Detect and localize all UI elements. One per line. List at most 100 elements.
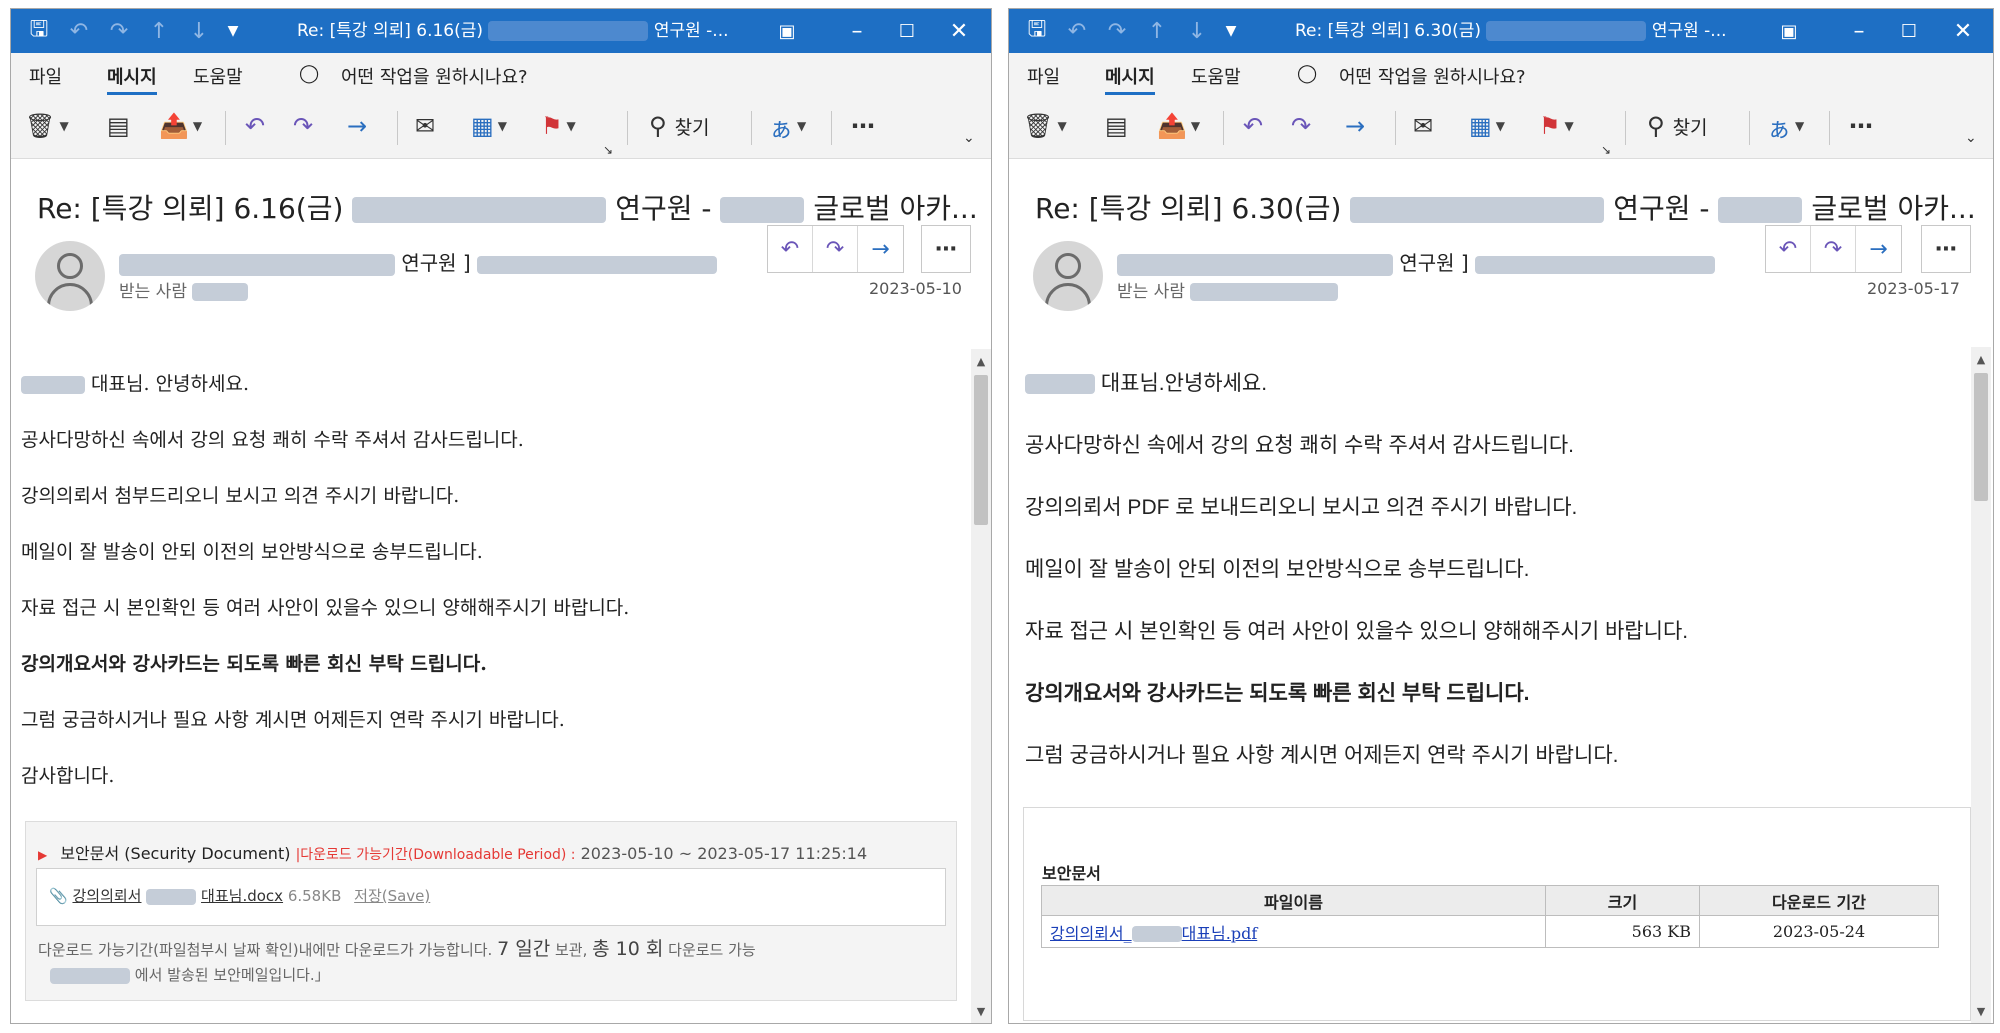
vertical-scrollbar[interactable]: ▲ ▼ bbox=[1971, 347, 1991, 1023]
tab-file[interactable]: 파일 bbox=[1027, 63, 1060, 89]
window-title: Re: [특강 의뢰] 6.30(금) 연구원 -... bbox=[1295, 9, 1727, 53]
maximize-button[interactable]: ☐ bbox=[885, 9, 929, 53]
body-paragraph: 강의의뢰서 PDF 로 보내드리오니 보시고 의견 주시기 바랍니다. bbox=[1025, 496, 1578, 519]
reply-button[interactable]: ↶ bbox=[768, 226, 813, 272]
lightbulb-icon: ◯ bbox=[299, 63, 320, 84]
save-link[interactable]: 저장(Save) bbox=[354, 887, 430, 905]
more-commands-icon[interactable]: ⋯ bbox=[851, 109, 875, 143]
dialog-launcher-icon[interactable]: ↘ bbox=[603, 133, 613, 167]
triangle-icon: ▶ bbox=[38, 848, 48, 862]
archive-icon[interactable]: ▤ bbox=[107, 109, 130, 143]
reply-button[interactable]: ↶ bbox=[1766, 226, 1811, 272]
more-actions-button[interactable]: ⋯ bbox=[921, 225, 971, 273]
move-icon[interactable]: 📤 ▼ bbox=[159, 109, 202, 143]
move-icon[interactable]: 📤 ▼ bbox=[1157, 109, 1200, 143]
mark-unread-icon[interactable]: ✉ bbox=[415, 109, 435, 143]
expand-ribbon-icon[interactable]: ⌄ bbox=[1965, 121, 1977, 155]
redacted-region bbox=[119, 253, 395, 276]
recipients: 받는 사람 bbox=[119, 277, 249, 302]
security-header: ▶ 보안문서 (Security Document) |다운로드 가능기간(Do… bbox=[38, 840, 867, 864]
previous-item-icon[interactable]: ↑ bbox=[1135, 9, 1179, 53]
archive-icon[interactable]: ▤ bbox=[1105, 109, 1128, 143]
attachment-link[interactable]: 강의의뢰서 bbox=[72, 887, 141, 905]
maximize-button[interactable]: ☐ bbox=[1887, 9, 1931, 53]
reply-icon[interactable]: ↶ bbox=[245, 109, 265, 143]
minimize-button[interactable]: – bbox=[835, 9, 879, 53]
delete-icon[interactable]: 🗑 ▼ bbox=[1023, 109, 1067, 143]
save-icon[interactable]: 🖫 bbox=[17, 9, 61, 53]
scroll-down-icon[interactable]: ▼ bbox=[971, 1001, 991, 1021]
categorize-icon[interactable]: ▦ ▼ bbox=[471, 109, 507, 143]
find-button[interactable]: ⚲ 찾기 bbox=[649, 109, 710, 143]
categorize-icon[interactable]: ▦ ▼ bbox=[1469, 109, 1505, 143]
period-value: 2023-05-10 ~ 2023-05-17 11:25:14 bbox=[580, 844, 868, 863]
mark-unread-icon[interactable]: ✉ bbox=[1413, 109, 1433, 143]
dialog-launcher-icon[interactable]: ↘ bbox=[1601, 133, 1611, 167]
divider bbox=[1829, 111, 1830, 145]
scroll-thumb[interactable] bbox=[974, 375, 988, 525]
expand-ribbon-icon[interactable]: ⌄ bbox=[963, 121, 975, 155]
tab-message[interactable]: 메시지 bbox=[1105, 63, 1155, 95]
tab-help[interactable]: 도움말 bbox=[193, 63, 243, 89]
message-date: 2023-05-10 bbox=[869, 279, 962, 298]
greeting-line: 대표님.안녕하세요. bbox=[1025, 367, 1267, 397]
tell-me-search[interactable]: 어떤 작업을 원하시나요? bbox=[1339, 63, 1526, 89]
forward-icon[interactable]: → bbox=[1345, 109, 1365, 143]
minimize-button[interactable]: – bbox=[1837, 9, 1881, 53]
forward-button[interactable]: → bbox=[858, 226, 903, 272]
scroll-down-icon[interactable]: ▼ bbox=[1971, 1001, 1991, 1021]
attachment-link[interactable]: 대표님.pdf bbox=[1182, 924, 1258, 943]
security-document-box: ▶ 보안문서 (Security Document) |다운로드 가능기간(Do… bbox=[25, 821, 957, 1001]
forward-button[interactable]: → bbox=[1856, 226, 1901, 272]
reply-icon[interactable]: ↶ bbox=[1243, 109, 1263, 143]
tab-file[interactable]: 파일 bbox=[29, 63, 62, 89]
tab-help[interactable]: 도움말 bbox=[1191, 63, 1241, 89]
redo-icon[interactable]: ↷ bbox=[1095, 9, 1139, 53]
vertical-scrollbar[interactable]: ▲ ▼ bbox=[971, 349, 991, 1023]
scroll-up-icon[interactable]: ▲ bbox=[1971, 349, 1991, 369]
previous-item-icon[interactable]: ↑ bbox=[137, 9, 181, 53]
find-button[interactable]: ⚲ 찾기 bbox=[1647, 109, 1708, 143]
paperclip-icon: 📎 bbox=[49, 887, 68, 905]
reply-all-icon[interactable]: ↷ bbox=[293, 109, 313, 143]
save-icon[interactable]: 🖫 bbox=[1015, 9, 1059, 53]
translate-icon[interactable]: ぁ ▼ bbox=[1767, 109, 1804, 143]
security-title: 보안문서 (Security Document) bbox=[60, 844, 291, 863]
reply-all-icon[interactable]: ↷ bbox=[1291, 109, 1311, 143]
scroll-thumb[interactable] bbox=[1974, 373, 1988, 501]
redacted-region bbox=[1350, 197, 1605, 223]
security-note-2: 에서 발송된 보안메일입니다.」 bbox=[50, 964, 330, 985]
close-button[interactable]: ✕ bbox=[937, 9, 981, 53]
more-actions-button[interactable]: ⋯ bbox=[1921, 225, 1971, 273]
undo-icon[interactable]: ↶ bbox=[1055, 9, 1099, 53]
scroll-up-icon[interactable]: ▲ bbox=[971, 351, 991, 371]
message-window-1: 🖫 ↶ ↷ ↑ ↓ ▼ Re: [특강 의뢰] 6.16(금) 연구원 -...… bbox=[10, 8, 992, 1024]
customize-qat-icon[interactable]: ▼ bbox=[1209, 9, 1253, 53]
close-button[interactable]: ✕ bbox=[1941, 9, 1985, 53]
tab-message[interactable]: 메시지 bbox=[107, 63, 157, 95]
tell-me-search[interactable]: 어떤 작업을 원하시나요? bbox=[341, 63, 528, 89]
sender[interactable]: 연구원 ] bbox=[1117, 247, 1716, 276]
redo-icon[interactable]: ↷ bbox=[97, 9, 141, 53]
sender[interactable]: 연구원 ] bbox=[119, 247, 718, 276]
window-title-prefix: Re: [특강 의뢰] 6.30(금) bbox=[1295, 21, 1482, 41]
ribbon-display-icon[interactable]: ▣ bbox=[765, 9, 809, 53]
reply-all-button[interactable]: ↷ bbox=[813, 226, 858, 272]
customize-qat-icon[interactable]: ▼ bbox=[211, 9, 255, 53]
flag-icon[interactable]: ⚑ ▼ bbox=[1539, 109, 1574, 143]
body-paragraph: 메일이 잘 발송이 안되 이전의 보안방식으로 송부드립니다. bbox=[1025, 558, 1530, 581]
translate-icon[interactable]: ぁ ▼ bbox=[769, 109, 806, 143]
table-header-row: 파일이름 크기 다운로드 기간 bbox=[1041, 885, 1939, 916]
attachment-link[interactable]: 대표님.docx bbox=[201, 887, 283, 905]
delete-icon[interactable]: 🗑 ▼ bbox=[25, 109, 69, 143]
divider bbox=[397, 111, 398, 145]
ribbon-display-icon[interactable]: ▣ bbox=[1767, 9, 1811, 53]
more-commands-icon[interactable]: ⋯ bbox=[1849, 109, 1873, 143]
file-size-cell: 563 KB bbox=[1545, 915, 1700, 948]
redacted-region bbox=[477, 255, 718, 274]
flag-icon[interactable]: ⚑ ▼ bbox=[541, 109, 576, 143]
undo-icon[interactable]: ↶ bbox=[57, 9, 101, 53]
attachment-link[interactable]: 강의의뢰서_ bbox=[1050, 924, 1132, 943]
forward-icon[interactable]: → bbox=[347, 109, 367, 143]
reply-all-button[interactable]: ↷ bbox=[1811, 226, 1856, 272]
